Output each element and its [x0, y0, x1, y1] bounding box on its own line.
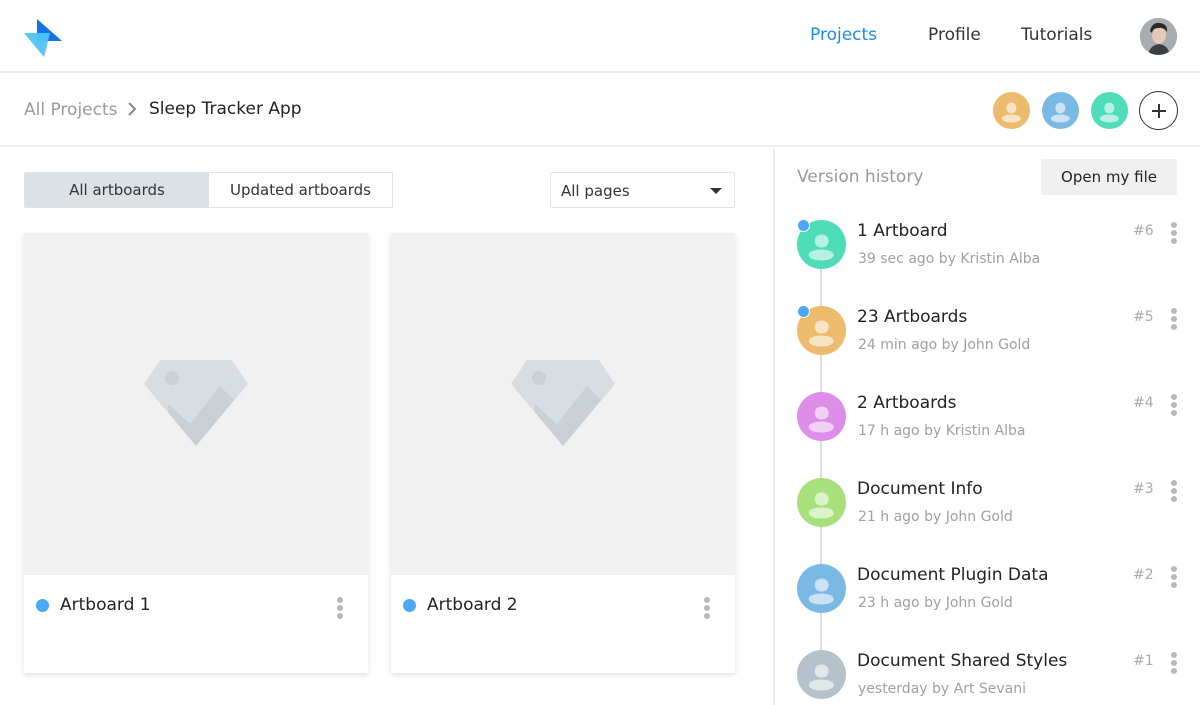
more-options-icon[interactable] — [1169, 222, 1179, 244]
more-options-icon[interactable] — [702, 597, 712, 619]
artboard-status-dot — [36, 599, 49, 612]
version-item[interactable]: 23 Artboards 24 min ago by John Gold #5 — [797, 305, 1187, 366]
version-meta: 24 min ago by John Gold — [858, 337, 1031, 353]
pages-select[interactable]: All pages — [550, 172, 735, 208]
artboard-title: Artboard 1 — [60, 595, 151, 615]
more-options-icon[interactable] — [335, 597, 345, 619]
more-options-icon[interactable] — [1169, 308, 1179, 330]
image-placeholder-icon — [511, 360, 615, 446]
open-my-file-button[interactable]: Open my file — [1041, 159, 1177, 195]
version-number: #5 — [1133, 309, 1154, 325]
person-icon — [797, 478, 846, 527]
artboard-card[interactable]: Artboard 1 — [24, 233, 368, 673]
version-item[interactable]: 1 Artboard 39 sec ago by Kristin Alba #6 — [797, 219, 1187, 280]
artboard-card[interactable]: Artboard 2 — [391, 233, 735, 673]
version-title: Document Shared Styles — [857, 651, 1068, 671]
version-item[interactable]: 2 Artboards 17 h ago by Kristin Alba #4 — [797, 392, 1187, 452]
user-photo-icon — [1140, 18, 1177, 55]
person-icon — [797, 650, 846, 699]
artboard-filter-tabs: All artboards Updated artboards — [24, 172, 393, 208]
image-placeholder-icon — [144, 360, 248, 446]
chevron-right-icon — [128, 102, 137, 116]
collaborator-avatar[interactable] — [1091, 92, 1128, 129]
version-avatar — [797, 564, 846, 613]
collaborator-avatar[interactable] — [993, 92, 1030, 129]
artboard-title: Artboard 2 — [427, 595, 518, 615]
nav-projects[interactable]: Projects — [810, 25, 877, 45]
version-item[interactable]: Document Info 21 h ago by John Gold #3 — [797, 478, 1187, 538]
artboard-status-dot — [403, 599, 416, 612]
person-icon — [1042, 92, 1079, 129]
artboard-thumbnail — [24, 233, 368, 575]
collaborator-avatar[interactable] — [1042, 92, 1079, 129]
version-meta: 23 h ago by John Gold — [858, 595, 1013, 611]
version-title: Document Info — [857, 479, 983, 499]
person-icon — [993, 92, 1030, 129]
version-history-title: Version history — [797, 167, 924, 187]
breadcrumb-current: Sleep Tracker App — [149, 99, 302, 119]
version-number: #3 — [1133, 481, 1154, 497]
new-version-badge — [797, 219, 810, 232]
version-item[interactable]: Document Plugin Data 23 h ago by John Go… — [797, 564, 1187, 624]
new-version-badge — [797, 305, 810, 318]
person-icon — [1091, 92, 1128, 129]
version-title: 23 Artboards — [857, 307, 968, 327]
nav-profile[interactable]: Profile — [928, 25, 981, 45]
version-avatar — [797, 650, 846, 699]
version-avatar — [797, 392, 846, 441]
breadcrumb-all-projects[interactable]: All Projects — [24, 100, 118, 120]
version-item[interactable]: Document Shared Styles yesterday by Art … — [797, 650, 1187, 705]
top-navigation: Projects Profile Tutorials — [0, 0, 1200, 73]
version-title: Document Plugin Data — [857, 565, 1049, 585]
version-meta: 17 h ago by Kristin Alba — [858, 423, 1026, 439]
pages-select-value: All pages — [561, 182, 630, 200]
version-number: #2 — [1133, 567, 1154, 583]
version-title: 2 Artboards — [857, 393, 957, 413]
version-meta: 21 h ago by John Gold — [858, 509, 1013, 525]
nav-tutorials[interactable]: Tutorials — [1021, 25, 1092, 45]
tab-updated-artboards[interactable]: Updated artboards — [209, 173, 392, 207]
breadcrumb-bar: All Projects Sleep Tracker App — [0, 75, 1200, 147]
person-icon — [797, 392, 846, 441]
version-number: #6 — [1133, 223, 1154, 239]
version-title: 1 Artboard — [857, 221, 948, 241]
version-number: #4 — [1133, 395, 1154, 411]
panel-divider — [773, 149, 775, 705]
version-number: #1 — [1133, 653, 1154, 669]
version-meta: 39 sec ago by Kristin Alba — [858, 251, 1041, 267]
tab-all-artboards[interactable]: All artboards — [25, 173, 209, 207]
version-meta: yesterday by Art Sevani — [858, 681, 1027, 697]
artboard-thumbnail — [391, 233, 735, 575]
add-collaborator-button[interactable] — [1139, 91, 1178, 130]
more-options-icon[interactable] — [1169, 394, 1179, 416]
person-icon — [797, 564, 846, 613]
app-logo-icon[interactable] — [24, 19, 64, 57]
user-avatar[interactable] — [1140, 18, 1177, 55]
more-options-icon[interactable] — [1169, 480, 1179, 502]
more-options-icon[interactable] — [1169, 566, 1179, 588]
caret-down-icon — [710, 188, 722, 194]
more-options-icon[interactable] — [1169, 652, 1179, 674]
version-avatar — [797, 478, 846, 527]
